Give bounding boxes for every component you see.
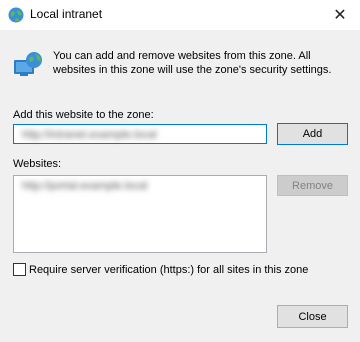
add-website-label: Add this website to the zone:	[13, 109, 154, 121]
globe-icon	[8, 7, 24, 23]
zone-info-text: You can add and remove websites from thi…	[53, 50, 332, 76]
require-verification-label: Require server verification (https:) for…	[29, 264, 309, 276]
websites-list[interactable]: http://portal.example.local	[13, 175, 267, 253]
websites-list-item[interactable]: http://portal.example.local	[22, 180, 147, 192]
websites-label: Websites:	[13, 158, 62, 170]
close-button[interactable]: Close	[277, 305, 348, 328]
window-title: Local intranet	[30, 7, 103, 21]
dialog-body: You can add and remove websites from thi…	[0, 30, 360, 342]
add-button[interactable]: Add	[277, 123, 348, 145]
add-website-input-value: http://intranet.example.local	[22, 129, 157, 141]
remove-button[interactable]: Remove	[277, 175, 348, 196]
title-bar: Local intranet ✕	[0, 0, 360, 30]
intranet-zone-icon	[14, 52, 42, 76]
window-close-button[interactable]: ✕	[320, 0, 360, 30]
require-verification-checkbox[interactable]	[13, 263, 26, 276]
add-website-input[interactable]: http://intranet.example.local	[13, 124, 267, 144]
